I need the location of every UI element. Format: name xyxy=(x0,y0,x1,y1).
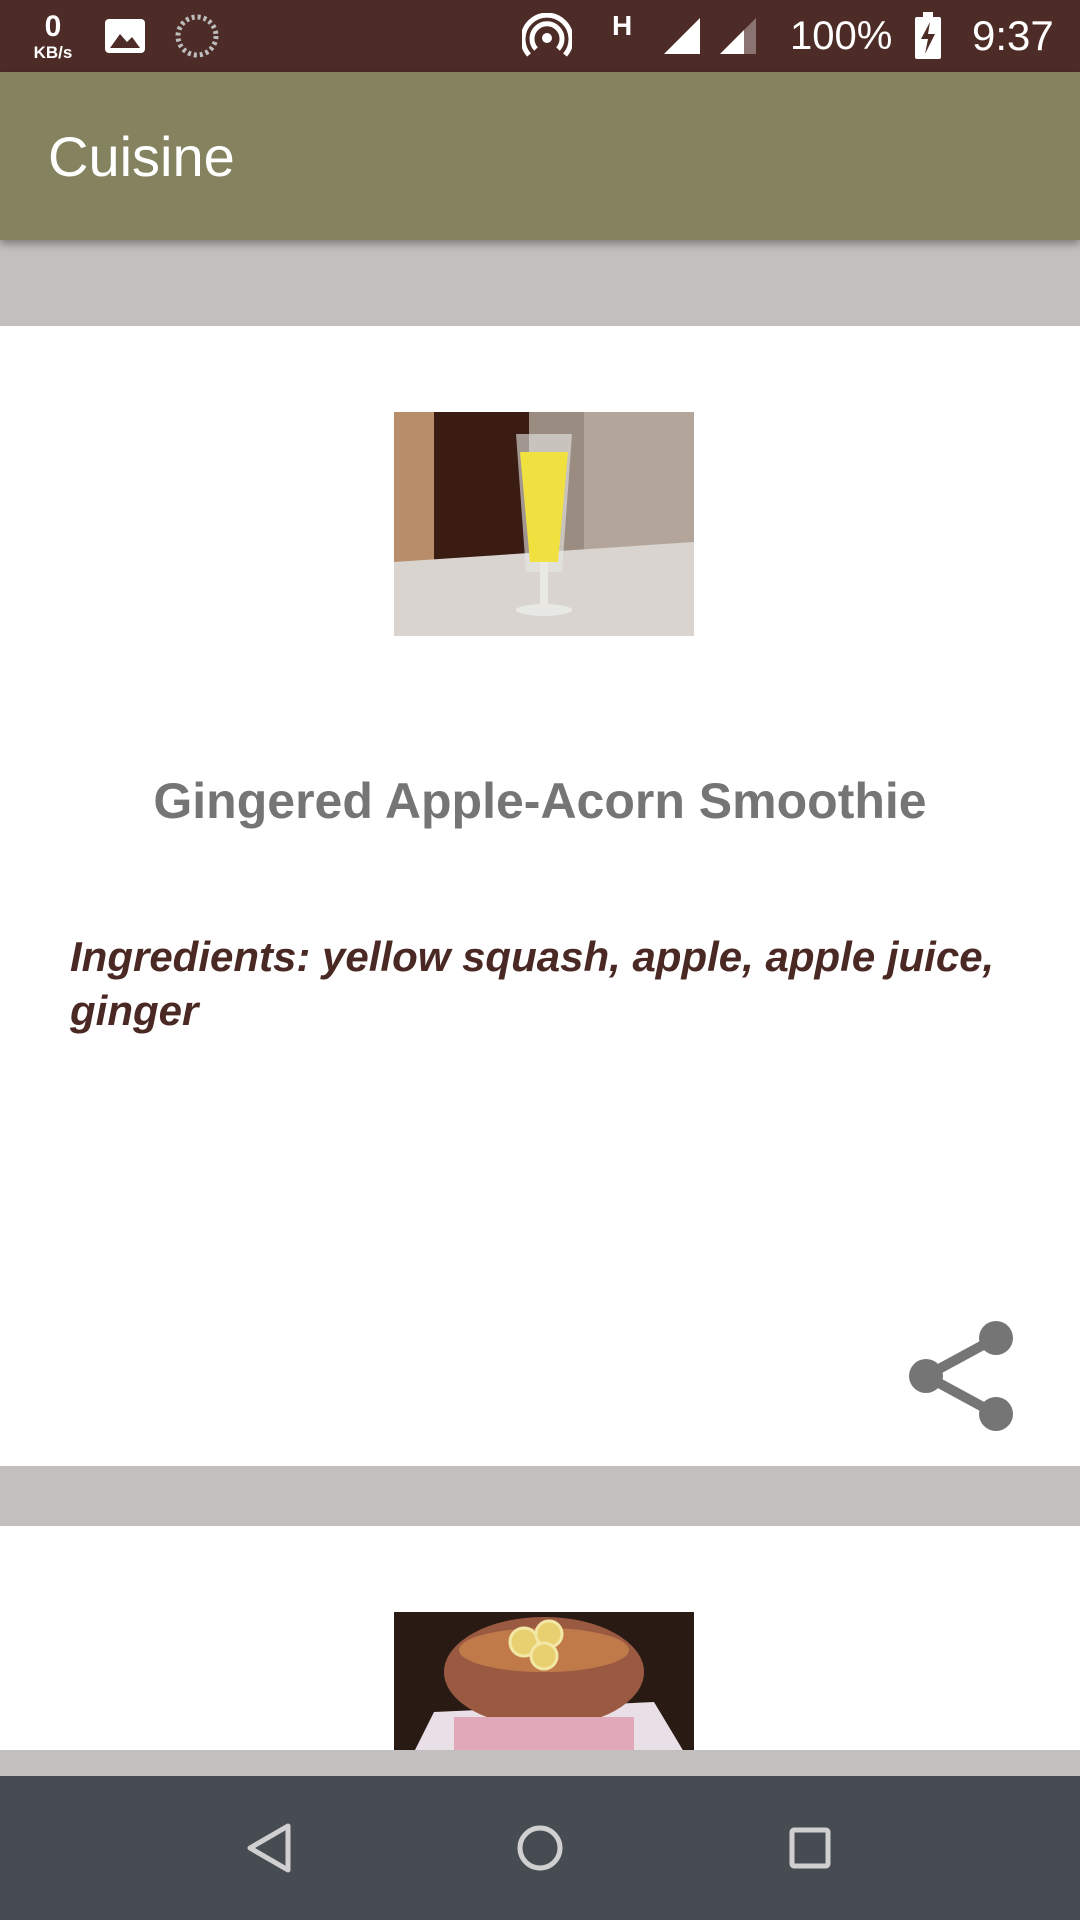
status-bar: 0 KB/s H 100% 9:37 xyxy=(0,0,1080,72)
home-button[interactable] xyxy=(504,1812,576,1884)
recipe-image xyxy=(394,1612,694,1750)
signal-icon xyxy=(718,0,758,72)
recent-apps-button[interactable] xyxy=(774,1812,846,1884)
hotspot-icon xyxy=(522,0,572,72)
sync-icon xyxy=(174,0,220,72)
network-speed: 0 KB/s xyxy=(24,0,82,72)
recipe-card[interactable]: Gingered Apple-Acorn Smoothie Ingredient… xyxy=(0,326,1080,1466)
battery-charging-icon xyxy=(914,0,942,72)
network-speed-value: 0 xyxy=(44,9,62,43)
gallery-icon xyxy=(104,0,146,72)
home-icon xyxy=(517,1825,563,1871)
app-bar: Cuisine xyxy=(0,72,1080,240)
share-icon xyxy=(909,1321,1013,1431)
recipe-image xyxy=(394,412,694,636)
recipe-title: Gingered Apple-Acorn Smoothie xyxy=(153,773,927,829)
navigation-bar xyxy=(0,1776,1080,1920)
share-button[interactable] xyxy=(906,1320,1018,1432)
back-icon xyxy=(247,1823,291,1873)
app-title: Cuisine xyxy=(48,125,235,188)
recipe-ingredients: Ingredients: yellow squash, apple, apple… xyxy=(70,933,995,1034)
recent-apps-icon xyxy=(789,1827,831,1869)
back-button[interactable] xyxy=(234,1812,306,1884)
signal-icon xyxy=(662,0,702,72)
recipe-card[interactable] xyxy=(0,1526,1080,1750)
clock: 9:37 xyxy=(972,12,1054,59)
network-type-label: H xyxy=(612,10,633,41)
battery-percent: 100% xyxy=(790,13,893,58)
network-speed-unit: KB/s xyxy=(33,42,73,62)
